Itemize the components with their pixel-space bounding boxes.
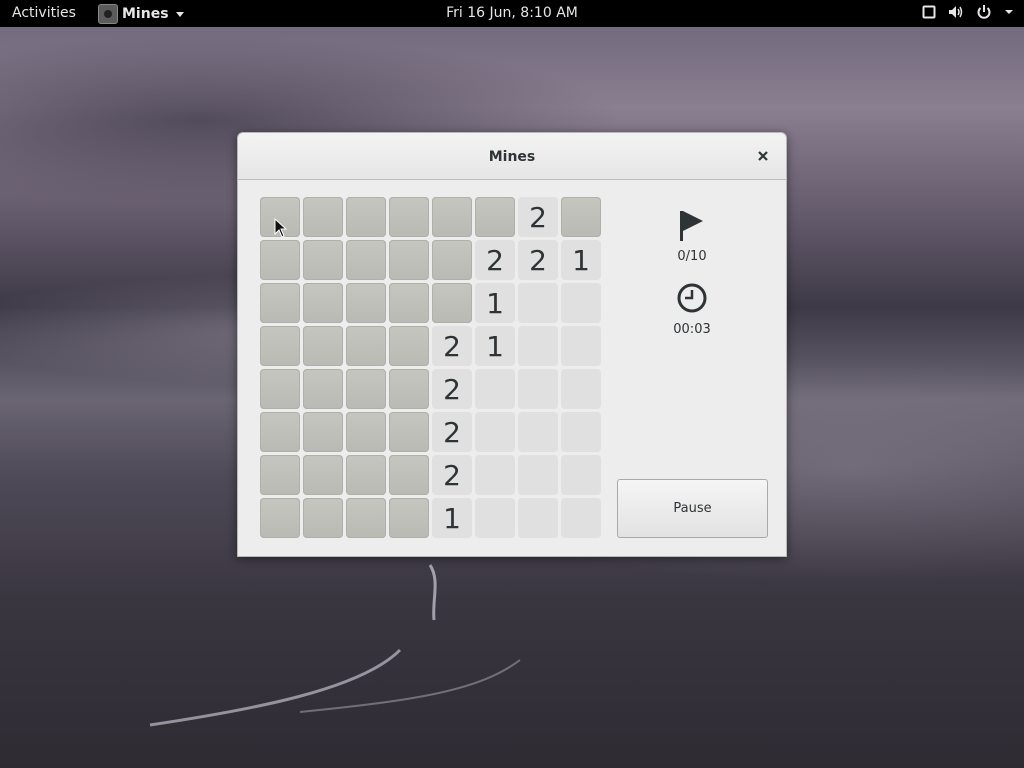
covered-cell[interactable] (475, 197, 515, 237)
pause-button[interactable]: Pause (617, 479, 768, 538)
covered-cell[interactable] (346, 283, 386, 323)
covered-cell[interactable] (303, 412, 343, 452)
covered-cell[interactable] (389, 498, 429, 538)
system-tray[interactable] (922, 4, 1014, 20)
number-cell: 2 (432, 326, 472, 366)
empty-cell (475, 498, 515, 538)
covered-cell[interactable] (260, 498, 300, 538)
number-cell: 1 (475, 326, 515, 366)
covered-cell[interactable] (260, 240, 300, 280)
number-cell: 1 (561, 240, 601, 280)
covered-cell[interactable] (432, 283, 472, 323)
top-bar: Activities Mines Fri 16 Jun, 8:10 AM (0, 0, 1024, 27)
date-time-clock[interactable]: Fri 16 Jun, 8:10 AM (446, 5, 578, 21)
empty-cell (518, 326, 558, 366)
covered-cell[interactable] (303, 240, 343, 280)
covered-cell[interactable] (389, 283, 429, 323)
covered-cell[interactable] (346, 498, 386, 538)
volume-icon[interactable] (948, 5, 964, 19)
covered-cell[interactable] (260, 455, 300, 495)
covered-cell[interactable] (260, 283, 300, 323)
number-cell: 2 (432, 412, 472, 452)
close-icon[interactable] (757, 150, 769, 162)
flag-icon (680, 211, 703, 241)
covered-cell[interactable] (260, 412, 300, 452)
number-cell: 2 (432, 455, 472, 495)
covered-cell[interactable] (303, 369, 343, 409)
empty-cell (475, 412, 515, 452)
covered-cell[interactable] (346, 412, 386, 452)
empty-cell (561, 369, 601, 409)
empty-cell (561, 498, 601, 538)
covered-cell[interactable] (346, 326, 386, 366)
close-button[interactable] (754, 147, 772, 165)
covered-cell[interactable] (303, 498, 343, 538)
empty-cell (475, 455, 515, 495)
empty-cell (518, 369, 558, 409)
empty-cell (561, 412, 601, 452)
power-icon[interactable] (976, 4, 992, 20)
empty-cell (561, 326, 601, 366)
number-cell: 1 (475, 283, 515, 323)
covered-cell[interactable] (389, 369, 429, 409)
mines-window: Mines 22211212221 0/10 00:03 Pause (237, 132, 787, 557)
empty-cell (518, 412, 558, 452)
covered-cell[interactable] (389, 197, 429, 237)
number-cell: 2 (518, 197, 558, 237)
empty-cell (518, 498, 558, 538)
clock-icon (677, 283, 707, 313)
number-cell: 1 (432, 498, 472, 538)
covered-cell[interactable] (432, 240, 472, 280)
covered-cell[interactable] (346, 197, 386, 237)
covered-cell[interactable] (260, 326, 300, 366)
empty-cell (475, 369, 515, 409)
covered-cell[interactable] (346, 369, 386, 409)
empty-cell (561, 455, 601, 495)
covered-cell[interactable] (303, 326, 343, 366)
number-cell: 2 (432, 369, 472, 409)
covered-cell[interactable] (260, 369, 300, 409)
covered-cell[interactable] (432, 197, 472, 237)
covered-cell[interactable] (303, 197, 343, 237)
window-title: Mines (488, 149, 536, 165)
flags-counter: 0/10 (677, 249, 707, 264)
covered-cell[interactable] (389, 412, 429, 452)
elapsed-time: 00:03 (673, 322, 711, 337)
covered-cell[interactable] (389, 240, 429, 280)
covered-cell[interactable] (389, 326, 429, 366)
number-cell: 2 (518, 240, 558, 280)
window-titlebar[interactable]: Mines (238, 133, 786, 180)
covered-cell[interactable] (561, 197, 601, 237)
empty-cell (561, 283, 601, 323)
covered-cell[interactable] (303, 455, 343, 495)
covered-cell[interactable] (346, 240, 386, 280)
chevron-down-icon[interactable] (1004, 8, 1014, 16)
empty-cell (518, 455, 558, 495)
number-cell: 2 (475, 240, 515, 280)
mouse-pointer-icon (274, 218, 288, 238)
covered-cell[interactable] (303, 283, 343, 323)
screen-icon[interactable] (922, 5, 936, 19)
covered-cell[interactable] (346, 455, 386, 495)
covered-cell[interactable] (389, 455, 429, 495)
empty-cell (518, 283, 558, 323)
